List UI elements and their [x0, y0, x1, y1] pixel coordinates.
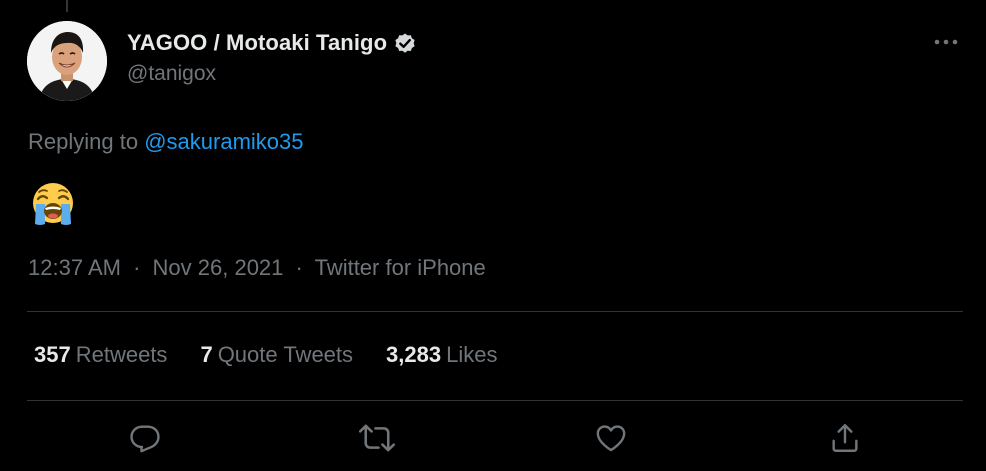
thread-connector-line: [66, 0, 68, 12]
ellipsis-icon: [934, 39, 958, 45]
like-button[interactable]: [591, 418, 631, 458]
quote-tweets-stat[interactable]: 7 Quote Tweets: [200, 342, 353, 368]
share-button[interactable]: [825, 418, 865, 458]
quote-tweets-count: 7: [200, 342, 213, 367]
share-icon: [832, 424, 858, 452]
retweet-icon: [359, 424, 395, 452]
separator-dot: ·: [295, 255, 303, 280]
tweet-time[interactable]: 12:37 AM: [28, 255, 121, 280]
divider-top: [27, 311, 963, 312]
separator-dot: ·: [133, 255, 141, 280]
author-display-name[interactable]: YAGOO / Motoaki Tanigo: [127, 30, 387, 56]
reply-button[interactable]: [125, 418, 165, 458]
likes-label: Likes: [446, 342, 498, 367]
avatar[interactable]: [27, 21, 107, 101]
replying-to-prefix: Replying to: [28, 129, 139, 154]
retweets-label: Retweets: [75, 342, 168, 367]
reply-icon: [130, 425, 160, 453]
author-name-row[interactable]: YAGOO / Motoaki Tanigo: [127, 29, 417, 57]
tweet-stats: 357 Retweets 7 Quote Tweets 3,283 Likes: [34, 342, 530, 368]
loudly-crying-face-emoji-icon: [29, 180, 77, 228]
author-handle[interactable]: @tanigox: [127, 62, 216, 86]
retweets-stat[interactable]: 357 Retweets: [34, 342, 167, 368]
retweet-button[interactable]: [357, 418, 397, 458]
likes-stat[interactable]: 3,283 Likes: [386, 342, 497, 368]
quote-tweets-label: Quote Tweets: [217, 342, 354, 367]
replying-to-mention-link[interactable]: @sakuramiko35: [144, 129, 303, 154]
tweet-action-bar: [0, 418, 986, 458]
divider-bottom: [27, 400, 963, 401]
profile-photo-icon: [27, 21, 107, 101]
like-icon: [596, 425, 626, 452]
retweets-count: 357: [34, 342, 71, 367]
tweet-date[interactable]: Nov 26, 2021: [153, 255, 284, 280]
verified-badge-icon: [393, 31, 417, 55]
likes-count: 3,283: [386, 342, 442, 367]
tweet-source-link[interactable]: Twitter for iPhone: [315, 255, 486, 280]
more-options-button[interactable]: [928, 28, 964, 56]
tweet-timestamp-line: 12:37 AM · Nov 26, 2021 · Twitter for iP…: [28, 255, 486, 281]
replying-to-line: Replying to @sakuramiko35: [28, 129, 304, 155]
